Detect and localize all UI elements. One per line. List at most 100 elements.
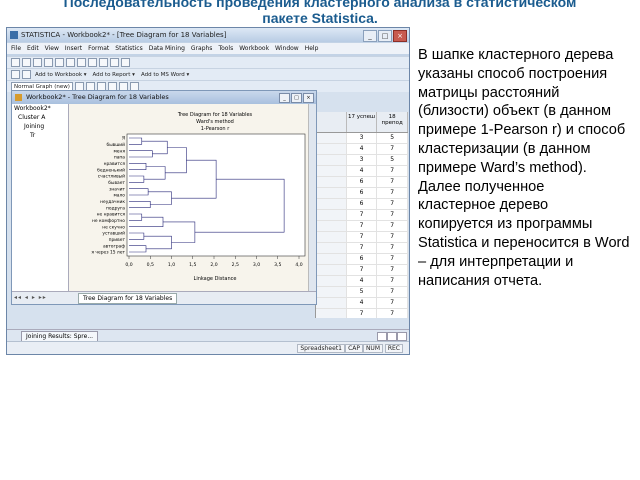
- menu-statistics[interactable]: Statistics: [115, 43, 142, 54]
- sheet-cell[interactable]: [316, 133, 347, 143]
- add-to-report-button[interactable]: Add to Report ▾: [91, 72, 137, 78]
- sheet-cell[interactable]: 7: [347, 221, 378, 231]
- sheet-cell[interactable]: [316, 243, 347, 253]
- sheet-cell[interactable]: [316, 166, 347, 176]
- menu-workbook[interactable]: Workbook: [239, 43, 269, 54]
- sheet-cell[interactable]: [316, 287, 347, 297]
- sheet-cell[interactable]: 7: [377, 232, 408, 242]
- sheet-cell[interactable]: [316, 221, 347, 231]
- sheet-cell[interactable]: [316, 276, 347, 286]
- sheet-cell[interactable]: 7: [377, 254, 408, 264]
- maximize-icon[interactable]: [387, 332, 397, 341]
- print-icon[interactable]: [44, 58, 53, 67]
- sheet-cell[interactable]: 7: [377, 287, 408, 297]
- open-icon[interactable]: [22, 58, 31, 67]
- sheet-cell[interactable]: 7: [377, 166, 408, 176]
- sheet-cell[interactable]: [316, 144, 347, 154]
- sheet-cell[interactable]: 4: [347, 276, 378, 286]
- sheet-cell[interactable]: 6: [347, 188, 378, 198]
- tree-node-tree[interactable]: Tr: [12, 131, 68, 140]
- sheet-row: 77: [316, 309, 408, 318]
- help-icon[interactable]: [121, 58, 130, 67]
- new-icon[interactable]: [11, 58, 20, 67]
- redo-icon[interactable]: [99, 58, 108, 67]
- sheet-cell[interactable]: 7: [377, 265, 408, 275]
- sheet-cell[interactable]: 7: [377, 243, 408, 253]
- inner-close-button[interactable]: ×: [303, 93, 314, 103]
- sheet-cell[interactable]: [316, 177, 347, 187]
- inner-titlebar[interactable]: Workbook2* - Tree Diagram for 18 Variabl…: [12, 91, 316, 104]
- sheet-cell[interactable]: 7: [377, 298, 408, 308]
- sheet-cell[interactable]: [316, 232, 347, 242]
- add-to-workbook-button[interactable]: Add to Workbook ▾: [33, 72, 89, 78]
- sheet-header-cell: [316, 112, 347, 132]
- sheet-cell[interactable]: 7: [347, 232, 378, 242]
- tree-node-workbook[interactable]: Workbook2*: [12, 104, 68, 113]
- sheet-cell[interactable]: 5: [377, 155, 408, 165]
- sheet-cell[interactable]: 7: [377, 144, 408, 154]
- menu-data-mining[interactable]: Data Mining: [149, 43, 185, 54]
- menu-view[interactable]: View: [45, 43, 59, 54]
- tab-navigation[interactable]: ◂◂ ◂ ▸ ▸▸: [14, 294, 47, 301]
- menu-edit[interactable]: Edit: [27, 43, 39, 54]
- cut-icon[interactable]: [55, 58, 64, 67]
- sheet-cell[interactable]: 4: [347, 166, 378, 176]
- maximize-button[interactable]: □: [378, 30, 392, 42]
- report-icon[interactable]: [22, 70, 31, 79]
- close-icon[interactable]: [397, 332, 407, 341]
- copy-icon[interactable]: [66, 58, 75, 67]
- minimize-button[interactable]: _: [363, 30, 377, 42]
- sheet-cell[interactable]: 7: [347, 265, 378, 275]
- sheet-cell[interactable]: 7: [377, 276, 408, 286]
- app-titlebar[interactable]: STATISTICA - Workbook2* - [Tree Diagram …: [7, 28, 409, 42]
- tab-tree-diagram[interactable]: Tree Diagram for 18 Variables: [78, 293, 178, 304]
- sheet-cell[interactable]: 7: [347, 309, 378, 318]
- sheet-cell[interactable]: [316, 309, 347, 318]
- save-icon[interactable]: [33, 58, 42, 67]
- sheet-cell[interactable]: 3: [347, 133, 378, 143]
- sheet-cell[interactable]: [316, 210, 347, 220]
- menu-window[interactable]: Window: [275, 43, 299, 54]
- sheet-cell[interactable]: [316, 298, 347, 308]
- tree-node-cluster[interactable]: Cluster A: [12, 113, 68, 122]
- sheet-cell[interactable]: 7: [347, 210, 378, 220]
- sheet-cell[interactable]: 7: [377, 221, 408, 231]
- sheet-cell[interactable]: 3: [347, 155, 378, 165]
- sheet-cell[interactable]: 4: [347, 298, 378, 308]
- restore-icon[interactable]: [377, 332, 387, 341]
- sheet-cell[interactable]: 6: [347, 177, 378, 187]
- sheet-cell[interactable]: 5: [377, 133, 408, 143]
- sheet-cell[interactable]: [316, 254, 347, 264]
- sheet-cell[interactable]: 7: [377, 188, 408, 198]
- graph-scrollbar[interactable]: [308, 104, 316, 292]
- menu-graphs[interactable]: Graphs: [191, 43, 213, 54]
- sheet-cell[interactable]: 7: [377, 309, 408, 318]
- sheet-cell[interactable]: [316, 188, 347, 198]
- add-to-msword-button[interactable]: Add to MS Word ▾: [139, 72, 191, 78]
- sheet-cell[interactable]: 7: [377, 199, 408, 209]
- sheet-cell[interactable]: 5: [347, 287, 378, 297]
- menu-tools[interactable]: Tools: [218, 43, 233, 54]
- sheet-cell[interactable]: 7: [377, 177, 408, 187]
- find-icon[interactable]: [110, 58, 119, 67]
- inner-maximize-button[interactable]: □: [291, 93, 302, 103]
- workbook-icon[interactable]: [11, 70, 20, 79]
- sheet-cell[interactable]: 7: [377, 210, 408, 220]
- menu-file[interactable]: File: [11, 43, 21, 54]
- sheet-cell[interactable]: 6: [347, 254, 378, 264]
- paste-icon[interactable]: [77, 58, 86, 67]
- sheet-cell[interactable]: [316, 265, 347, 275]
- menu-help[interactable]: Help: [305, 43, 319, 54]
- tree-node-joining[interactable]: Joining: [12, 122, 68, 131]
- menu-format[interactable]: Format: [88, 43, 109, 54]
- sheet-cell[interactable]: 4: [347, 144, 378, 154]
- undo-icon[interactable]: [88, 58, 97, 67]
- sheet-cell[interactable]: 7: [347, 243, 378, 253]
- sheet-cell[interactable]: [316, 155, 347, 165]
- sheet-cell[interactable]: [316, 199, 347, 209]
- close-button[interactable]: ×: [393, 30, 407, 42]
- menu-insert[interactable]: Insert: [65, 43, 82, 54]
- sheet-cell[interactable]: 6: [347, 199, 378, 209]
- inner-minimize-button[interactable]: _: [279, 93, 290, 103]
- x-tick-label: 1,5: [189, 262, 196, 268]
